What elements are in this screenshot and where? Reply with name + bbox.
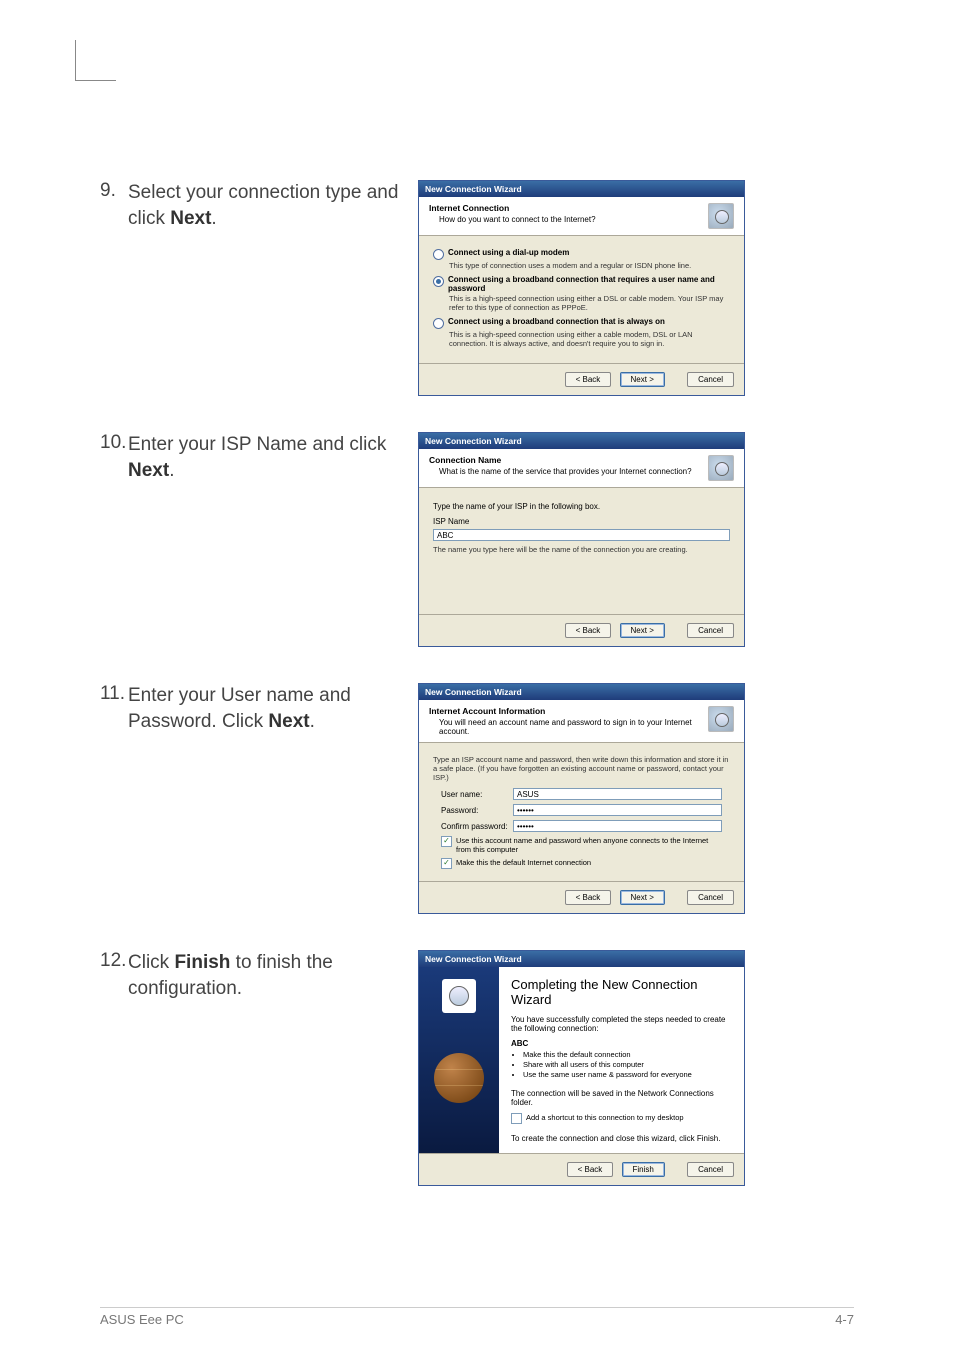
dlg9-next-button[interactable]: Next > (620, 372, 665, 387)
step-10-body: Enter your ISP Name and click Next. (128, 432, 400, 483)
dlg11-instr: Type an ISP account name and password, t… (433, 755, 730, 782)
step-12-row: 12. Click Finish to finish the configura… (100, 950, 854, 1186)
dlg9-cancel-button[interactable]: Cancel (687, 372, 734, 387)
radio-broadband-pw[interactable] (433, 276, 444, 287)
chk-shortcut-label: Add a shortcut to this connection to my … (526, 1113, 684, 1122)
dlg10-header-title: Connection Name (429, 455, 700, 465)
dlg11-cancel-button[interactable]: Cancel (687, 890, 734, 905)
finish-bullet-3: Use the same user name & password for ev… (523, 1070, 732, 1079)
dlg10-header-sub: What is the name of the service that pro… (439, 467, 700, 476)
dialog-11-title: New Connection Wizard (419, 684, 744, 700)
wizard-icon (708, 203, 734, 229)
step-11-body: Enter your User name and Password. Click… (128, 683, 400, 734)
finish-heading: Completing the New Connection Wizard (511, 977, 732, 1007)
dlg9-header-title: Internet Connection (429, 203, 700, 213)
page-footer: ASUS Eee PC 4-7 (100, 1307, 854, 1327)
crop-mark (75, 40, 116, 81)
finish-line3: To create the connection and close this … (511, 1134, 732, 1143)
isp-name-input[interactable]: ABC (433, 529, 730, 541)
dialog-10: New Connection Wizard Connection Name Wh… (418, 432, 745, 647)
footer-left: ASUS Eee PC (100, 1312, 184, 1327)
radio-dialup[interactable] (433, 249, 444, 260)
user-name-input[interactable]: ASUS (513, 788, 722, 800)
step-11-number: 11. (100, 683, 128, 705)
dlg10-hint: The name you type here will be the name … (433, 545, 730, 554)
dlg10-cancel-button[interactable]: Cancel (687, 623, 734, 638)
radio-dialup-desc: This type of connection uses a modem and… (449, 261, 730, 270)
wizard-icon (708, 455, 734, 481)
finish-line1: You have successfully completed the step… (511, 1015, 732, 1033)
step-12-number: 12. (100, 950, 128, 972)
dialog-12: New Connection Wizard Completing the New… (418, 950, 745, 1186)
finish-bullet-2: Share with all users of this computer (523, 1060, 732, 1069)
globe-icon (434, 1053, 484, 1103)
dlg12-back-button[interactable]: < Back (567, 1162, 614, 1177)
step-10-number: 10. (100, 432, 128, 454)
step-11-row: 11. Enter your User name and Password. C… (100, 683, 854, 914)
step-9-row: 9. Select your connection type and click… (100, 180, 854, 396)
radio-broadband-pw-label: Connect using a broadband connection tha… (448, 275, 730, 293)
dlg10-next-button[interactable]: Next > (620, 623, 665, 638)
dlg10-prompt: Type the name of your ISP in the followi… (433, 502, 730, 511)
chk-default-conn-label: Make this the default Internet connectio… (456, 858, 591, 867)
dlg11-back-button[interactable]: < Back (565, 890, 612, 905)
step-9-body: Select your connection type and click Ne… (128, 180, 400, 231)
radio-broadband-always-desc: This is a high-speed connection using ei… (449, 330, 730, 348)
dlg11-next-button[interactable]: Next > (620, 890, 665, 905)
finish-conn-name: ABC (511, 1039, 732, 1048)
dialog-11: New Connection Wizard Internet Account I… (418, 683, 745, 914)
password-label: Password: (441, 806, 513, 815)
confirm-label: Confirm password: (441, 822, 513, 831)
radio-broadband-pw-desc: This is a high-speed connection using ei… (449, 294, 730, 312)
dlg10-back-button[interactable]: < Back (565, 623, 612, 638)
user-label: User name: (441, 790, 513, 799)
dialog-9-title: New Connection Wizard (419, 181, 744, 197)
dlg12-finish-button[interactable]: Finish (622, 1162, 665, 1177)
chk-default-conn[interactable] (441, 858, 452, 869)
chk-shortcut[interactable] (511, 1113, 522, 1124)
finish-bullet-1: Make this the default connection (523, 1050, 732, 1059)
dialog-12-title: New Connection Wizard (419, 951, 744, 967)
password-input[interactable]: •••••• (513, 804, 722, 816)
radio-broadband-always-label: Connect using a broadband connection tha… (448, 317, 665, 326)
step-10-row: 10. Enter your ISP Name and click Next. … (100, 432, 854, 647)
dlg11-header-sub: You will need an account name and passwo… (439, 718, 700, 736)
step-9-number: 9. (100, 180, 128, 202)
wizard-icon (708, 706, 734, 732)
dlg12-cancel-button[interactable]: Cancel (687, 1162, 734, 1177)
dlg10-field-label: ISP Name (433, 517, 730, 526)
chk-use-account[interactable] (441, 836, 452, 847)
radio-dialup-label: Connect using a dial-up modem (448, 248, 569, 257)
step-12-body: Click Finish to finish the configuration… (128, 950, 400, 1001)
finish-sidebar (419, 967, 499, 1153)
radio-broadband-always[interactable] (433, 318, 444, 329)
footer-right: 4-7 (835, 1312, 854, 1327)
dialog-10-title: New Connection Wizard (419, 433, 744, 449)
dialog-9: New Connection Wizard Internet Connectio… (418, 180, 745, 396)
chk-use-account-label: Use this account name and password when … (456, 836, 722, 854)
wizard-icon (442, 979, 476, 1013)
dlg9-header-sub: How do you want to connect to the Intern… (439, 215, 700, 224)
dlg11-header-title: Internet Account Information (429, 706, 700, 716)
confirm-password-input[interactable]: •••••• (513, 820, 722, 832)
finish-line2: The connection will be saved in the Netw… (511, 1089, 732, 1107)
dlg9-back-button[interactable]: < Back (565, 372, 612, 387)
